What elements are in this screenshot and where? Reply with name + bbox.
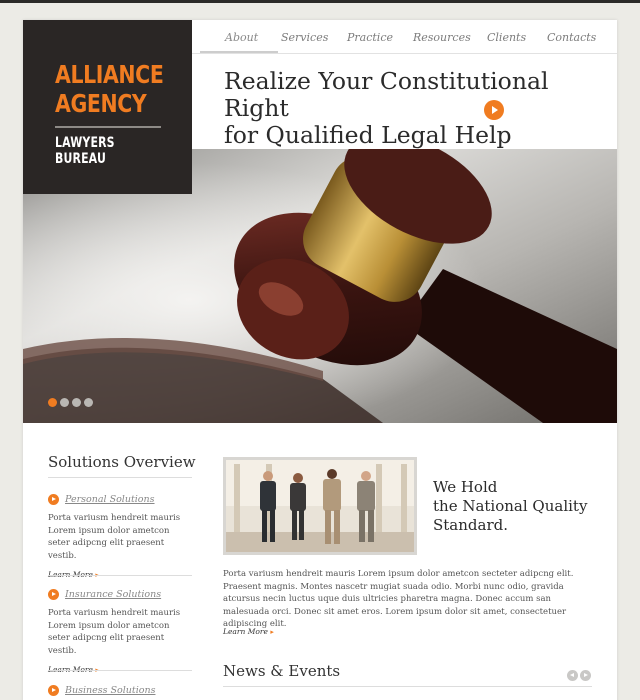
solutions-title: Solutions Overview xyxy=(48,453,196,471)
solution-link-personal[interactable]: Personal Solutions xyxy=(65,494,155,505)
headline-line1: Realize Your Constitutional Right xyxy=(224,67,549,122)
slider-dot-4[interactable] xyxy=(84,398,93,407)
chevron-right-icon: ▸ xyxy=(270,628,274,636)
logo-subtitle: LAWYERS BUREAU xyxy=(55,135,115,167)
quality-heading: We Hold the National Quality Standard. xyxy=(433,478,587,535)
solution-item-business: Business Solutions xyxy=(48,683,192,697)
intro-paragraph: Porta variusm hendreit mauris Lorem ipsu… xyxy=(223,569,574,629)
logo-title-line1: ALLIANCE xyxy=(55,60,164,89)
quality-line1: We Hold xyxy=(433,478,498,496)
nav-item-practice[interactable]: Practice xyxy=(347,31,393,44)
slider-dot-1[interactable] xyxy=(48,398,57,407)
chevron-right-icon[interactable] xyxy=(580,670,591,681)
news-pagination xyxy=(567,670,591,681)
logo-title-line2: AGENCY xyxy=(55,89,147,118)
chevron-left-icon[interactable] xyxy=(567,670,578,681)
page-headline: Realize Your Constitutional Right for Qu… xyxy=(224,68,604,149)
slider-dot-2[interactable] xyxy=(60,398,69,407)
quality-line2: the National Quality xyxy=(433,497,588,515)
main-nav: About Services Practice Resources Client… xyxy=(192,20,617,54)
solution-description: Porta variusm hendreit mauris Lorem ipsu… xyxy=(48,608,181,656)
arrow-right-icon xyxy=(48,493,59,505)
solution-item-insurance: Insurance Solutions Porta variusm hendre… xyxy=(48,587,192,676)
solution-item-personal: Personal Solutions Porta variusm hendrei… xyxy=(48,492,192,581)
team-photo xyxy=(223,457,417,555)
slider-dot-3[interactable] xyxy=(72,398,81,407)
headline-line2: for Qualified Legal Help xyxy=(224,121,512,149)
news-title: News & Events xyxy=(223,662,341,680)
solution-description: Porta variusm hendreit mauris Lorem ipsu… xyxy=(48,513,181,561)
arrow-right-icon xyxy=(48,588,59,600)
nav-item-services[interactable]: Services xyxy=(281,31,328,44)
logo-divider xyxy=(55,126,161,128)
divider xyxy=(48,575,192,576)
top-bar xyxy=(0,0,640,3)
business-people-image xyxy=(226,460,414,552)
divider xyxy=(48,477,192,478)
nav-item-about[interactable]: About xyxy=(225,31,258,44)
divider xyxy=(223,686,592,687)
arrow-right-icon[interactable] xyxy=(484,100,504,120)
learn-more-link[interactable]: Learn More ▸ xyxy=(223,627,274,636)
solution-link-business[interactable]: Business Solutions xyxy=(65,685,155,696)
nav-item-resources[interactable]: Resources xyxy=(413,31,471,44)
nav-item-contacts[interactable]: Contacts xyxy=(547,31,596,44)
arrow-right-icon xyxy=(48,684,59,696)
divider xyxy=(48,670,192,671)
logo[interactable]: ALLIANCE AGENCY LAWYERS BUREAU xyxy=(23,20,192,194)
nav-item-clients[interactable]: Clients xyxy=(487,31,526,44)
learn-more-label: Learn More xyxy=(223,627,268,636)
slider-pagination xyxy=(48,398,93,407)
solution-link-insurance[interactable]: Insurance Solutions xyxy=(65,589,161,600)
quality-line3: Standard. xyxy=(433,516,508,534)
nav-active-indicator xyxy=(200,51,278,53)
